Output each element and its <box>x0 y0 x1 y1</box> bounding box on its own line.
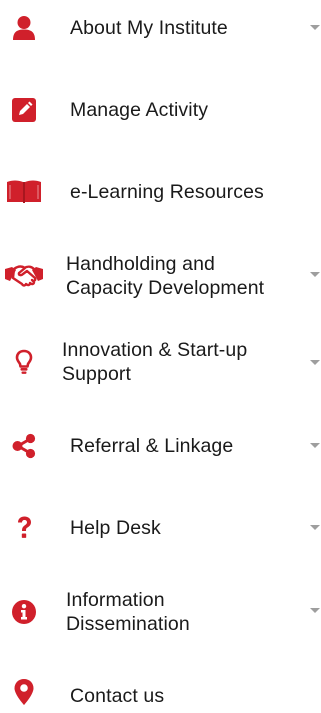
chevron-down-icon[interactable] <box>310 525 320 530</box>
menu-item-about-my-institute[interactable]: About My Institute <box>0 10 321 46</box>
side-menu: About My Institute Manage Activity e-Lea… <box>0 0 321 713</box>
menu-item-information-dissemination[interactable]: Information Dissemination <box>0 586 321 638</box>
chevron-down-icon[interactable] <box>310 608 320 613</box>
info-icon <box>4 598 44 626</box>
chevron-down-icon[interactable] <box>310 25 320 30</box>
menu-item-label: e-Learning Resources <box>70 181 264 203</box>
menu-item-label: Referral & Linkage <box>70 435 234 457</box>
menu-item-label: Manage Activity <box>70 99 209 121</box>
user-icon <box>4 14 44 42</box>
handshake-icon <box>4 261 44 289</box>
menu-item-label: Information Dissemination <box>66 589 190 635</box>
menu-item-label: Contact us <box>70 685 165 707</box>
menu-item-label: Innovation & Start-up Support <box>62 339 248 385</box>
map-marker-icon <box>4 678 44 706</box>
menu-item-label: About My Institute <box>70 17 228 39</box>
menu-item-e-learning-resources[interactable]: e-Learning Resources <box>0 174 321 210</box>
edit-icon <box>4 96 44 124</box>
menu-item-handholding-capacity-development[interactable]: Handholding and Capacity Development <box>0 250 321 300</box>
question-icon <box>4 514 44 542</box>
menu-item-contact-us[interactable]: Contact us <box>0 678 321 712</box>
chevron-down-icon[interactable] <box>310 272 320 277</box>
menu-item-referral-linkage[interactable]: Referral & Linkage <box>0 428 321 464</box>
menu-item-help-desk[interactable]: Help Desk <box>0 510 321 546</box>
menu-item-label: Help Desk <box>70 517 161 539</box>
menu-item-manage-activity[interactable]: Manage Activity <box>0 92 321 128</box>
chevron-down-icon[interactable] <box>310 443 320 448</box>
lightbulb-icon <box>4 348 44 376</box>
menu-item-label: Handholding and Capacity Development <box>66 253 265 299</box>
chevron-down-icon[interactable] <box>310 360 320 365</box>
book-icon <box>4 178 44 206</box>
share-icon <box>4 432 44 460</box>
menu-item-innovation-startup-support[interactable]: Innovation & Start-up Support <box>0 336 321 388</box>
